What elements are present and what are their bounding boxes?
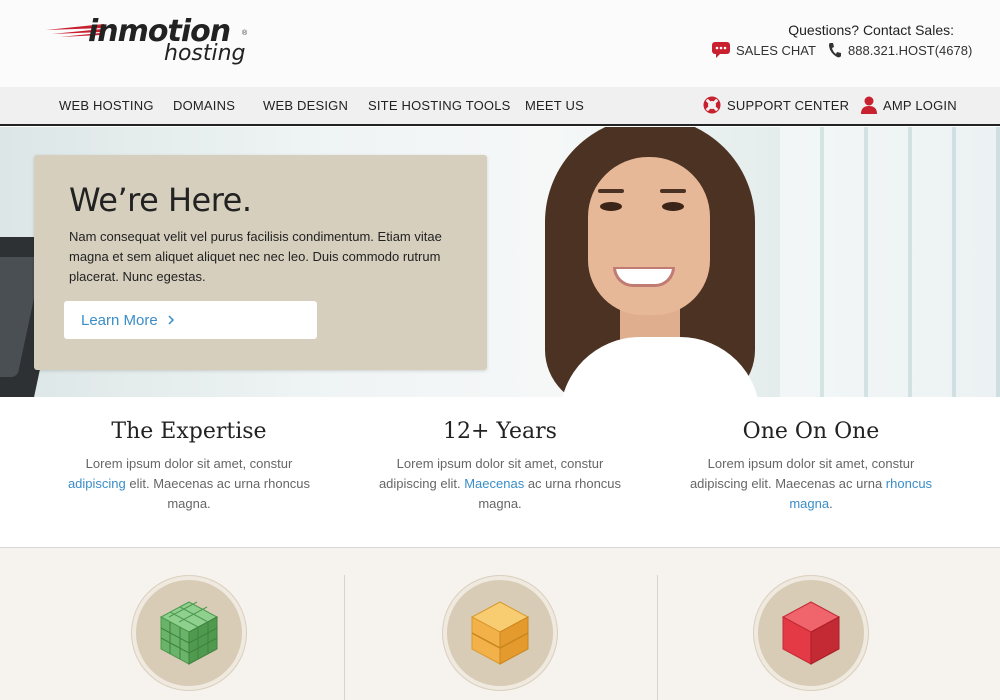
feature-text: Lorem ipsum dolor sit amet, constur adip… bbox=[370, 454, 630, 514]
chevron-right-icon bbox=[168, 315, 174, 325]
hero-card: We’re Here. Nam consequat velit vel puru… bbox=[34, 155, 487, 370]
feature-link[interactable]: Maecenas bbox=[464, 476, 524, 491]
feature-text-post: elit. Maecenas ac urna rhoncus magna. bbox=[125, 476, 311, 511]
main-nav: WEB HOSTING DOMAINS WEB DESIGN SITE HOST… bbox=[0, 87, 1000, 126]
hero-background-window bbox=[780, 127, 1000, 397]
feature-text: Lorem ipsum dolor sit amet, constur adip… bbox=[59, 454, 319, 514]
header: inmotion ® hosting Questions? Contact Sa… bbox=[0, 0, 1000, 87]
feature-one-on-one: One On One Lorem ipsum dolor sit amet, c… bbox=[681, 419, 941, 514]
support-center-link[interactable]: SUPPORT CENTER bbox=[703, 96, 849, 114]
column-divider bbox=[344, 575, 345, 700]
hero-banner: We’re Here. Nam consequat velit vel puru… bbox=[0, 127, 1000, 397]
column-divider bbox=[657, 575, 658, 700]
nav-item-web-hosting[interactable]: WEB HOSTING bbox=[59, 98, 154, 113]
hero-body: Nam consequat velit vel purus facilisis … bbox=[69, 229, 442, 284]
contact-links: SALES CHAT 888.321.HOST(4678) bbox=[694, 42, 972, 62]
nav-item-site-hosting-tools[interactable]: SITE HOSTING TOOLS bbox=[368, 98, 511, 113]
nav-item-web-design[interactable]: WEB DESIGN bbox=[263, 98, 348, 113]
learn-more-label: Learn More bbox=[81, 311, 158, 329]
phone-number: 888.321.HOST(4678) bbox=[848, 42, 973, 58]
photo-face bbox=[588, 157, 710, 315]
contact-sales: Questions? Contact Sales: SALES CHAT 888… bbox=[712, 22, 972, 58]
inmotion-logo[interactable]: inmotion ® hosting bbox=[46, 14, 256, 74]
features-section: The Expertise Lorem ipsum dolor sit amet… bbox=[0, 397, 1000, 548]
photo-eye-left bbox=[600, 202, 622, 211]
feature-title: 12+ Years bbox=[443, 419, 557, 444]
phone-link[interactable]: 888.321.HOST(4678) bbox=[828, 42, 972, 58]
feature-text-pre: Lorem ipsum dolor sit amet, constur adip… bbox=[689, 456, 915, 491]
orange-cube-badge[interactable] bbox=[447, 580, 553, 686]
logo-sub-text: hosting bbox=[164, 41, 246, 66]
sales-chat-link[interactable]: SALES CHAT bbox=[712, 42, 816, 58]
amp-login-link[interactable]: AMP LOGIN bbox=[861, 96, 957, 114]
red-cube-badge[interactable] bbox=[758, 580, 864, 686]
logo-registered-mark: ® bbox=[242, 30, 248, 37]
feature-title: The Expertise bbox=[111, 419, 267, 444]
red-cube-icon bbox=[781, 601, 841, 665]
green-cube-badge[interactable] bbox=[136, 580, 242, 686]
photo-brow-left bbox=[598, 189, 624, 193]
photo-brow-right bbox=[660, 189, 686, 193]
sales-chat-label: SALES CHAT bbox=[736, 42, 816, 58]
hero-woman-photo bbox=[520, 127, 780, 397]
support-center-label: SUPPORT CENTER bbox=[727, 97, 850, 113]
lifebuoy-icon bbox=[703, 96, 721, 114]
phone-icon bbox=[829, 43, 841, 58]
learn-more-button[interactable]: Learn More bbox=[64, 301, 317, 339]
feature-title: One On One bbox=[742, 419, 880, 444]
chat-bubble-icon bbox=[712, 42, 730, 58]
feature-text-post: . bbox=[829, 496, 833, 511]
feature-text: Lorem ipsum dolor sit amet, constur adip… bbox=[681, 454, 941, 514]
green-cube-icon bbox=[159, 601, 219, 665]
nav-item-meet-us[interactable]: MEET US bbox=[525, 98, 584, 113]
user-icon bbox=[861, 96, 877, 114]
products-band bbox=[0, 548, 1000, 700]
orange-cube-icon bbox=[470, 601, 530, 665]
feature-link[interactable]: adipiscing bbox=[68, 476, 126, 491]
photo-eye-right bbox=[662, 202, 684, 211]
contact-question: Questions? Contact Sales: bbox=[788, 22, 954, 38]
hero-title: We’re Here. bbox=[69, 181, 252, 219]
amp-login-label: AMP LOGIN bbox=[883, 97, 957, 113]
feature-years: 12+ Years Lorem ipsum dolor sit amet, co… bbox=[370, 419, 630, 514]
nav-item-domains[interactable]: DOMAINS bbox=[173, 98, 235, 113]
feature-text-pre: Lorem ipsum dolor sit amet, constur bbox=[85, 456, 293, 471]
feature-expertise: The Expertise Lorem ipsum dolor sit amet… bbox=[59, 419, 319, 514]
